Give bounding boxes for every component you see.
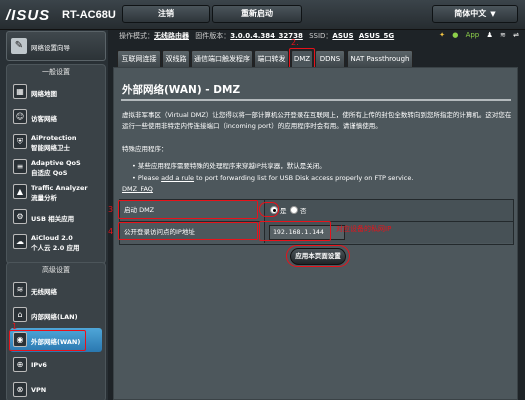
highlight-box-enable [118,200,258,219]
top-bar: /ISUS RT-AC68U 注销 重新启动 简体中文 ▼ [0,0,525,30]
sidebar-item-aiprotection[interactable]: ⛨ AiProtection 智能网络卫士 [10,130,102,154]
sidebar-item-sublabel: 个人云 2.0 应用 [31,244,80,252]
bulb-icon[interactable]: ✦ [439,31,445,39]
sidebar-item-label: 无线网络 [31,288,57,296]
logout-button[interactable]: 注销 [122,5,210,23]
sidebar-item-aicloud[interactable]: ☁ AiCloud 2.0 个人云 2.0 应用 [10,230,102,254]
ipv6-icon: ⊕ [13,357,27,372]
enable-dmz-no-radio[interactable] [290,206,298,214]
sidebar-item-sublabel: 智能网络卫士 [31,144,70,152]
tab-internet[interactable]: 互联网连接 [117,50,161,67]
sidebar-item-ipv6[interactable]: ⊕ IPv6 [10,353,102,377]
vpn-icon: ⊗ [13,382,27,397]
step-marker-4: 4 [108,227,114,236]
sidebar-item-label: AiCloud 2.0 [31,234,73,242]
dmz-faq-link[interactable]: DMZ_FAQ [122,185,153,193]
sidebar-item-usb[interactable]: ⚙ USB 相关应用 [10,205,102,229]
chevron-down-icon: ▼ [490,10,496,18]
sidebar-item-wireless[interactable]: ≋ 无线网络 [10,278,102,302]
bullet-text: 某些应用程序需要特殊的处理程序来穿越IP共享器，默认是关闭。 [137,162,326,170]
qos-icon: ≡ [13,159,27,174]
highlight-box-ip [118,222,258,240]
quick-setup-button[interactable]: ✎ 网络设置向导 [6,31,106,61]
general-group: 一般设置 ▦ 网络地图 ☺ 访客网络 ⛨ AiProtection 智能网络卫士… [6,64,106,264]
list-item: 某些应用程序需要特殊的处理程序来穿越IP共享器，默认是关闭。 [132,160,413,172]
guest-network-icon: ☺ [13,109,27,124]
ssid-5g[interactable]: ASUS_5G [359,32,394,40]
sidebar-item-label: 内部网络(LAN) [31,313,78,321]
tab-port-forward[interactable]: 端口转发 [254,50,289,67]
language-label: 简体中文 [454,9,487,18]
annotation-note: 对应设备的私网IP [336,225,392,233]
title-divider [121,99,511,101]
sidebar-item-qos[interactable]: ≡ Adaptive QoS 自适应 QoS [10,155,102,179]
wizard-icon: ✎ [11,38,27,54]
usb-app-icon: ⚙ [13,209,27,224]
sidebar-item-label: USB 相关应用 [31,215,75,223]
user-icon[interactable]: ♟ [487,31,493,39]
cloud-icon: ☁ [13,234,27,249]
advanced-title: 高级设置 [42,266,70,274]
special-apps-list: 某些应用程序需要特殊的处理程序来穿越IP共享器，默认是关闭。 Please ad… [132,160,413,184]
page-title: 外部网络(WAN) - DMZ [122,84,241,96]
list-item: Please add a rule to port forwarding lis… [132,172,413,184]
sidebar-item-guest-network[interactable]: ☺ 访客网络 [10,105,102,129]
firmware-label: 固件版本： [195,32,231,40]
highlight-box-apply [286,245,350,267]
language-select[interactable]: 简体中文 ▼ [432,5,518,23]
brand-logo: /ISUS [6,7,51,24]
highlight-box-wan [9,330,86,351]
sidebar-item-vpn[interactable]: ⊗ VPN [10,378,102,400]
tab-ddns[interactable]: DDNS [315,50,345,67]
sidebar-item-network-map[interactable]: ▦ 网络地图 [10,80,102,104]
sidebar-item-label: 访客网络 [31,115,57,123]
sidebar-item-sublabel: 流量分析 [31,194,57,202]
shield-icon: ⛨ [13,134,27,149]
tab-nat-passthrough[interactable]: NAT Passthrough [347,50,413,67]
ssid-2g[interactable]: ASUS [332,32,353,40]
usb-icon[interactable]: ⇌ [513,31,519,39]
general-title: 一般设置 [42,68,70,76]
op-mode-link[interactable]: 无线路由器 [154,31,189,41]
tab-dmz[interactable]: DMZ [291,50,313,67]
enable-dmz-cell: 是 否 [265,200,513,221]
app-label: App [465,31,480,39]
sidebar-item-lan[interactable]: ⌂ 内部网络(LAN) [10,303,102,327]
wifi-icon[interactable]: ≋ [500,31,506,39]
highlight-box-yes [259,202,279,217]
yes-label: 是 [280,207,287,215]
no-label: 否 [300,207,307,215]
quick-setup-label: 网络设置向导 [31,44,70,52]
special-apps-title: 特殊应用程序： [122,145,168,153]
sidebar-item-label: IPv6 [31,361,47,369]
sidebar-item-label: Adaptive QoS [31,159,81,167]
lan-icon: ⌂ [13,307,27,322]
sidebar-item-label: Traffic Analyzer [31,184,88,192]
sidebar-item-label: AiProtection [31,134,77,142]
sidebar-item-traffic-analyzer[interactable]: ▲ Traffic Analyzer 流量分析 [10,180,102,204]
tab-port-trigger[interactable]: 通信端口触发程序 [191,50,253,67]
ssid-label: SSID： [309,32,333,40]
op-mode-label: 操作模式： [119,32,154,40]
highlight-box-ip-value [259,221,331,241]
model-name: RT-AC68U [62,9,116,21]
bullet-text: to port forwarding list for USB Disk acc… [194,174,414,182]
step-marker-3: 3 [108,205,114,214]
sidebar-item-label: 网络地图 [31,90,57,98]
network-map-icon: ▦ [13,84,27,99]
add-rule-link[interactable]: add a rule [161,174,194,182]
description: 虚拟非军事区（Virtual DMZ）让您得以将一部计算机公开登录在互联网上，使… [122,111,512,130]
step-marker-2: 2. [291,38,299,47]
wireless-icon: ≋ [13,282,27,297]
traffic-icon: ▲ [13,184,27,199]
app-icon[interactable]: ● App [452,31,479,39]
sidebar-item-label: VPN [31,386,47,394]
bullet-text: Please [137,174,162,182]
status-icons: ✦ ● App ♟ ≋ ⇌ [434,31,519,43]
tab-dual-wan[interactable]: 双线路 [162,50,190,67]
sidebar-item-sublabel: 自适应 QoS [31,169,68,177]
reboot-button[interactable]: 重新启动 [212,5,302,23]
